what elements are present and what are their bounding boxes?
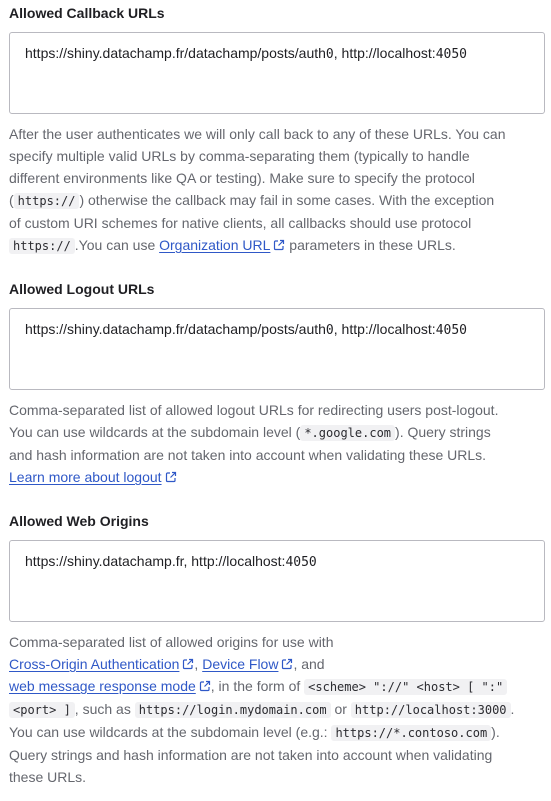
help-line: Query strings and hash information are n…	[9, 747, 493, 763]
help-line: You can use wildcards at the subdomain l…	[9, 421, 545, 444]
callback-urls-section: Allowed Callback URLs https://shiny.data…	[9, 4, 545, 257]
help-text: .You can use	[74, 237, 160, 253]
logout-urls-value-digit: 0	[325, 323, 334, 338]
help-line: different environments like QA or testin…	[9, 170, 475, 186]
web-origins-field[interactable]: https://shiny.datachamp.fr, http://local…	[9, 540, 545, 622]
web-message-response-mode-link[interactable]: web message response mode	[9, 678, 196, 694]
external-link-icon	[165, 471, 177, 483]
help-text: .	[510, 701, 515, 717]
logout-urls-value-mid: , http://localhost:	[333, 321, 436, 337]
help-line: <port> ], such as https://login.mydomain…	[9, 698, 545, 721]
help-line: these URLs.	[9, 769, 87, 785]
protocol-code: https://	[13, 193, 80, 209]
cross-origin-authentication-link[interactable]: Cross-Origin Authentication	[9, 656, 179, 672]
organization-url-link[interactable]: Organization URL	[159, 237, 270, 253]
help-line: Comma-separated list of allowed origins …	[9, 634, 334, 650]
help-line: Cross-Origin Authentication, Device Flow…	[9, 653, 545, 675]
help-text: , such as	[74, 701, 135, 717]
help-text: (	[9, 192, 14, 208]
origin-format-code: <scheme> "://" <host> [ ":"	[304, 679, 508, 695]
help-line: web message response mode , in the form o…	[9, 675, 545, 698]
help-text: ).	[491, 724, 500, 740]
help-text: or	[330, 701, 351, 717]
help-line: and hash information are not taken into …	[9, 447, 487, 463]
logout-urls-label: Allowed Logout URLs	[9, 281, 155, 297]
help-line: https://.You can use Organization URL pa…	[9, 234, 545, 257]
wildcard-example-code: https://*.contoso.com	[331, 725, 492, 741]
help-line: (https://) otherwise the callback may fa…	[9, 189, 545, 212]
logout-urls-help: Comma-separated list of allowed logout U…	[9, 399, 545, 488]
help-line: You can use wildcards at the subdomain l…	[9, 721, 545, 744]
web-origins-section: Allowed Web Origins https://shiny.datach…	[9, 512, 545, 788]
help-line: Comma-separated list of allowed logout U…	[9, 402, 499, 418]
help-text: ) otherwise the callback may fail in som…	[79, 192, 495, 208]
help-line: specify multiple valid URLs by comma-sep…	[9, 148, 470, 164]
logout-urls-field[interactable]: https://shiny.datachamp.fr/datachamp/pos…	[9, 308, 545, 390]
help-line: Learn more about logout	[9, 466, 545, 488]
help-text: You can use wildcards at the subdomain l…	[9, 724, 332, 740]
help-text: , and	[293, 656, 325, 672]
help-line: After the user authenticates we will onl…	[9, 126, 506, 142]
callback-urls-value-digit: 0	[325, 47, 334, 62]
protocol-code: https://	[9, 238, 75, 254]
callback-urls-value-prefix: https://shiny.datachamp.fr/datachamp/pos…	[25, 45, 326, 61]
help-text: parameters in these URLs.	[285, 237, 456, 253]
logout-urls-value-port: 4050	[435, 323, 468, 338]
callback-urls-label: Allowed Callback URLs	[9, 5, 165, 21]
external-link-icon	[281, 658, 293, 670]
help-text: , in the form of	[210, 678, 305, 694]
web-origins-label: Allowed Web Origins	[9, 513, 149, 529]
callback-urls-value-port: 4050	[435, 47, 468, 62]
help-text: ). Query strings	[395, 424, 491, 440]
device-flow-link[interactable]: Device Flow	[202, 656, 278, 672]
web-origins-help: Comma-separated list of allowed origins …	[9, 631, 545, 788]
callback-urls-value-mid: , http://localhost:	[333, 45, 436, 61]
help-text: You can use wildcards at the subdomain l…	[9, 424, 301, 440]
web-origins-value-prefix: https://shiny.datachamp.fr, http://local…	[25, 553, 286, 569]
external-link-icon	[273, 239, 285, 251]
callback-urls-field[interactable]: https://shiny.datachamp.fr/datachamp/pos…	[9, 32, 545, 114]
web-origins-value-port: 4050	[285, 555, 317, 570]
origin-example-code: http://localhost:3000	[350, 702, 511, 718]
wildcard-example-code: *.google.com	[300, 425, 396, 441]
callback-urls-help: After the user authenticates we will onl…	[9, 123, 545, 257]
origin-example-code: https://login.mydomain.com	[134, 702, 331, 718]
application-uris-settings: Allowed Callback URLs https://shiny.data…	[0, 0, 551, 801]
external-link-icon	[199, 680, 211, 692]
origin-format-code: <port> ]	[9, 702, 75, 718]
logout-urls-value-prefix: https://shiny.datachamp.fr/datachamp/pos…	[25, 321, 326, 337]
help-line: of custom URI schemes for native clients…	[9, 215, 472, 231]
logout-urls-section: Allowed Logout URLs https://shiny.datach…	[9, 280, 545, 488]
external-link-icon	[182, 658, 194, 670]
learn-more-logout-link[interactable]: Learn more about logout	[9, 469, 162, 485]
